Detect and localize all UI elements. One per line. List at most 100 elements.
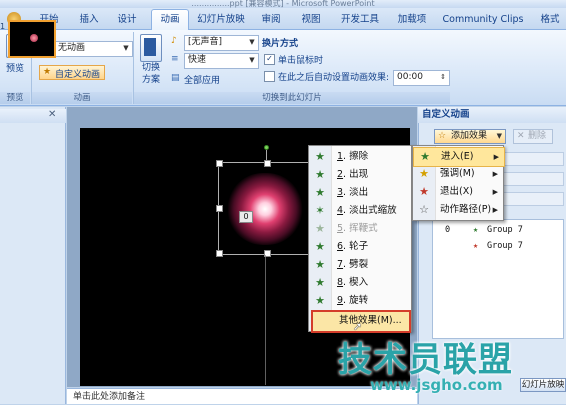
submenu-arrow-icon: ▶ bbox=[493, 153, 499, 161]
slideshow-button[interactable]: 幻灯片放映 bbox=[520, 378, 566, 392]
transition-scheme-button[interactable]: 切换 方案 bbox=[142, 62, 160, 86]
chevron-down-icon: ▼ bbox=[249, 38, 255, 46]
sound-icon: ♪ bbox=[171, 36, 177, 46]
transition-scheme-icon bbox=[140, 34, 162, 62]
firework-image bbox=[227, 173, 303, 245]
submenu-arrow-icon: ▶ bbox=[492, 170, 498, 178]
effect-star-icon: ★ bbox=[315, 276, 325, 289]
auto-advance-label: 在此之后自动设置动画效果: bbox=[278, 73, 390, 83]
chevron-down-icon: ▼ bbox=[123, 44, 129, 52]
transition-sound-select[interactable]: [无声音] ▼ bbox=[184, 35, 259, 51]
exit-star-icon: ★ bbox=[419, 185, 429, 198]
selected-shape[interactable]: 0 bbox=[216, 160, 314, 257]
effect-star-icon: ✶ bbox=[315, 204, 325, 217]
advance-slide-label: 换片方式 bbox=[262, 39, 299, 49]
transition-speed-select[interactable]: 快速 ▼ bbox=[184, 53, 259, 69]
resize-handle[interactable] bbox=[216, 205, 223, 212]
chevron-down-icon: ▼ bbox=[249, 56, 255, 64]
tab-design[interactable]: 设计 bbox=[114, 10, 140, 29]
group-label-animation: 动画 bbox=[32, 92, 132, 104]
exit-star-icon: ★ bbox=[473, 241, 479, 251]
menu-item-split[interactable]: ★ 7. 劈裂 bbox=[309, 256, 411, 274]
menu-item-fade-zoom[interactable]: ✶ 4. 淡出式缩放 bbox=[309, 202, 411, 220]
animation-name: Group 7 bbox=[487, 241, 523, 251]
resize-handle[interactable] bbox=[216, 160, 223, 167]
ribbon-tabs: 开始 插入 设计 动画 幻灯片放映 审阅 视图 开发工具 加载项 Communi… bbox=[0, 8, 566, 31]
submenu-arrow-icon: ▶ bbox=[492, 188, 498, 196]
animation-name: Group 7 bbox=[487, 225, 523, 235]
menu-item-exit[interactable]: ★ 退出(X) ▶ bbox=[413, 183, 503, 201]
menu-item-wedge[interactable]: ★ 8. 楔入 bbox=[309, 274, 411, 292]
ribbon-empty-area bbox=[450, 32, 566, 104]
notes-pane[interactable]: 单击此处添加备注 bbox=[67, 388, 417, 404]
on-click-label: 单击鼠标时 bbox=[278, 56, 324, 66]
animation-list: 0 ★ Group 7 ★ Group 7 bbox=[432, 219, 564, 339]
menu-item-appear[interactable]: ★ 2. 出现 bbox=[309, 166, 411, 184]
slides-pane: ✕ bbox=[0, 107, 66, 404]
custom-animation-label: 自定义动画 bbox=[55, 70, 101, 80]
tab-community-clips[interactable]: Community Clips bbox=[442, 10, 524, 29]
add-effect-label: 添加效果 bbox=[451, 131, 488, 141]
list-item[interactable]: ★ Group 7 bbox=[433, 238, 563, 254]
tab-format[interactable]: 格式 bbox=[536, 10, 564, 29]
effect-star-icon: ★ bbox=[315, 294, 325, 307]
tab-slideshow[interactable]: 幻灯片放映 bbox=[193, 10, 249, 29]
entrance-star-icon: ★ bbox=[473, 225, 479, 235]
resize-handle[interactable] bbox=[216, 250, 223, 257]
firework-thumbnail-image bbox=[30, 34, 38, 42]
entrance-star-icon: ★ bbox=[420, 150, 430, 163]
tab-view[interactable]: 视图 bbox=[298, 10, 324, 29]
list-item[interactable]: 0 ★ Group 7 bbox=[433, 222, 563, 238]
on-click-checkbox[interactable]: ✓ bbox=[264, 54, 275, 65]
tab-review[interactable]: 审阅 bbox=[258, 10, 284, 29]
star-icon: ★ bbox=[43, 67, 52, 77]
apply-all-icon: ▤ bbox=[171, 73, 180, 83]
menu-item-entrance[interactable]: ★ 进入(E) ▶ bbox=[413, 147, 505, 167]
chevron-down-icon: ▼ bbox=[496, 132, 502, 140]
preview-button[interactable]: 预览 bbox=[6, 61, 24, 74]
menu-item-fade[interactable]: ★ 3. 淡出 bbox=[309, 184, 411, 202]
animation-effect-select[interactable]: 无动画 ▼ bbox=[54, 41, 133, 57]
firework-trail-line bbox=[265, 255, 266, 385]
resize-handle[interactable] bbox=[264, 160, 271, 167]
menu-item-spin[interactable]: ★ 9. 旋转 bbox=[309, 292, 411, 310]
close-icon[interactable]: ✕ bbox=[48, 109, 56, 120]
motion-path-star-icon: ☆ bbox=[419, 203, 429, 216]
custom-animation-button[interactable]: ★ 自定义动画 bbox=[39, 65, 105, 80]
menu-item-whip[interactable]: ★ 5. 挥鞭式 bbox=[309, 220, 411, 238]
auto-advance-time[interactable]: 00:00 ⇕ bbox=[393, 70, 450, 86]
entrance-effects-menu: ★ 1. 擦除 ★ 2. 出现 ★ 3. 淡出 ✶ 4. 淡出式缩放 ★ 5. 挥鞭式 ★… bbox=[308, 145, 412, 333]
menu-item-wipe[interactable]: ★ 1. 擦除 bbox=[309, 148, 411, 166]
add-effect-button[interactable]: ☆ 添加效果 ▼ bbox=[434, 129, 506, 144]
watermark-url: www.jsgho.com bbox=[370, 376, 503, 394]
delete-effect-button[interactable]: ✕ 删除 bbox=[513, 129, 553, 144]
effect-star-icon: ★ bbox=[315, 150, 325, 163]
delete-icon: ✕ bbox=[517, 131, 525, 141]
window-title: ...............ppt [兼容模式] - Microsoft Po… bbox=[0, 0, 566, 8]
menu-item-motion-path[interactable]: ☆ 动作路径(P) ▶ bbox=[413, 201, 503, 219]
auto-advance-checkbox[interactable] bbox=[264, 71, 275, 82]
slide-thumbnail[interactable] bbox=[8, 20, 56, 58]
task-pane-title: 自定义动画 bbox=[418, 107, 566, 123]
group-label-preview: 预览 bbox=[0, 92, 30, 104]
tab-addins[interactable]: 加载项 bbox=[394, 10, 430, 29]
ribbon: 预览 预览 ⇒ 无动画▼ ★ 自定义动画 动画 切换 方案 ♪ [无声音]▼ ≡… bbox=[0, 30, 566, 106]
animation-index: 0 bbox=[445, 225, 451, 235]
menu-item-wheel[interactable]: ★ 6. 轮子 bbox=[309, 238, 411, 256]
tab-insert[interactable]: 插入 bbox=[76, 10, 102, 29]
effect-star-icon: ★ bbox=[315, 222, 325, 235]
effect-star-icon: ★ bbox=[315, 168, 325, 181]
effect-star-icon: ★ bbox=[315, 186, 325, 199]
tab-developer[interactable]: 开发工具 bbox=[338, 10, 382, 29]
slides-pane-tabs: ✕ bbox=[0, 109, 66, 123]
spinner-icon[interactable]: ⇕ bbox=[438, 72, 448, 82]
slide-number: 1 bbox=[0, 22, 6, 31]
tab-animation[interactable]: 动画 bbox=[151, 9, 189, 31]
emphasis-star-icon: ★ bbox=[419, 167, 429, 180]
menu-item-emphasis[interactable]: ★ 强调(M) ▶ bbox=[413, 165, 503, 183]
apply-all-button[interactable]: 全部应用 bbox=[184, 73, 220, 86]
effect-star-icon: ★ bbox=[315, 240, 325, 253]
group-label-transition: 切换到此幻灯片 bbox=[134, 92, 450, 104]
submenu-arrow-icon: ▶ bbox=[492, 206, 498, 214]
add-effect-menu: ★ 进入(E) ▶ ★ 强调(M) ▶ ★ 退出(X) ▶ ☆ 动作路径(P) ▶ bbox=[412, 145, 505, 221]
